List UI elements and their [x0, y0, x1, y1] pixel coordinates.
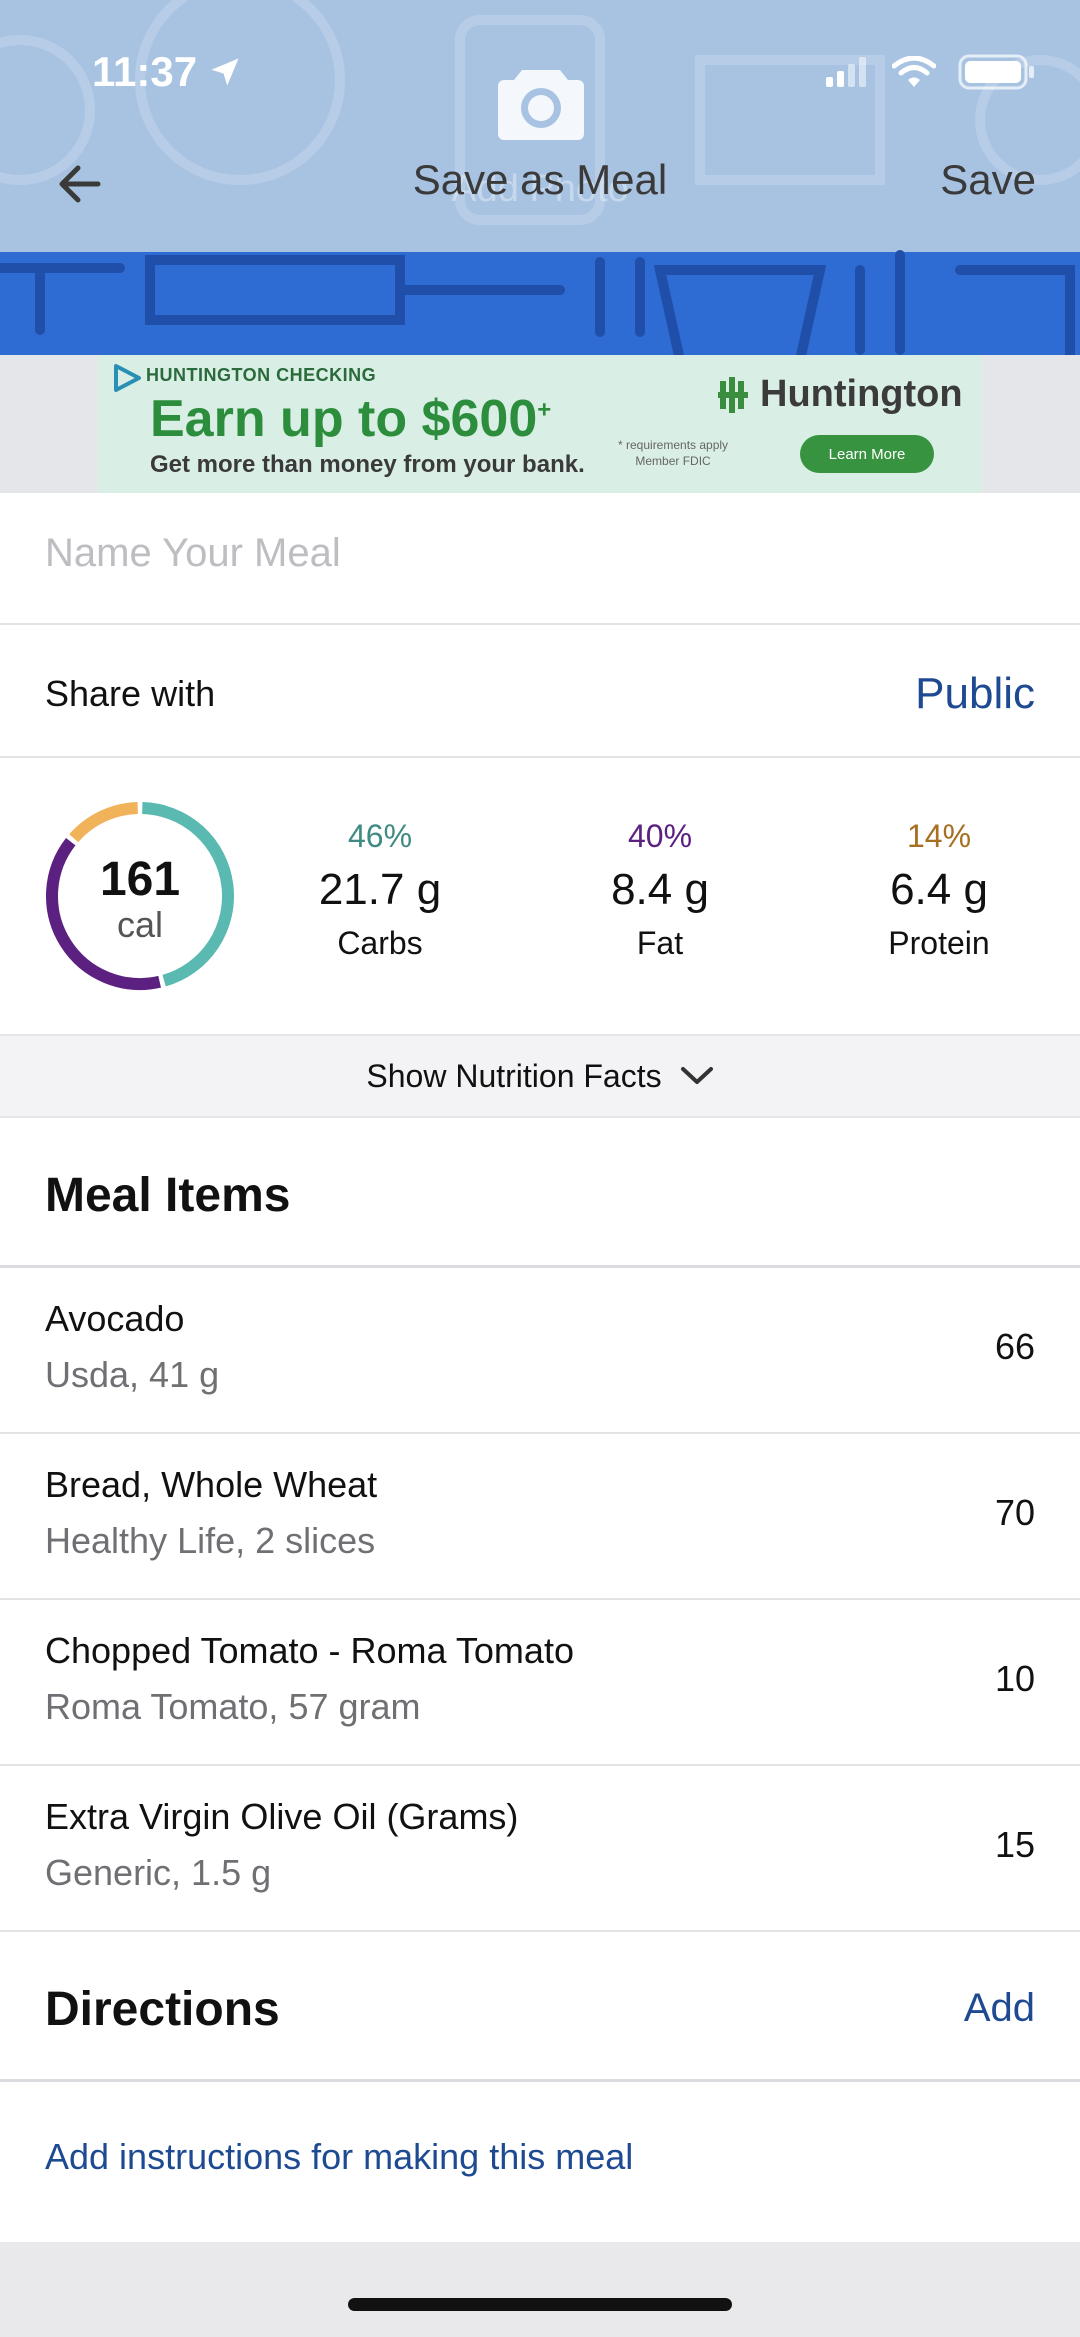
- page-title: Save as Meal: [412, 156, 668, 203]
- ring-segment-protein: [69, 802, 139, 843]
- ad-offer: Earn up to $600+: [150, 389, 551, 449]
- macro-fat: 40% 8.4 g Fat: [540, 818, 780, 962]
- share-with-label: Share with: [45, 673, 216, 714]
- ad-banner[interactable]: HUNTINGTON CHECKING Earn up to $600+ Get…: [98, 355, 982, 493]
- wifi-icon: [892, 56, 936, 87]
- meal-item-calories: 15: [994, 1824, 1035, 1865]
- meal-item-detail: Generic, 1.5 g: [45, 1852, 272, 1893]
- location-arrow-icon: [211, 58, 239, 86]
- share-visibility-value[interactable]: Public: [915, 669, 1035, 719]
- meal-name-row: [0, 493, 1080, 625]
- macro-fat-percent: 40%: [627, 818, 693, 854]
- meal-item[interactable]: Avocado Usda, 41 g 66: [0, 1268, 1080, 1434]
- camera-icon[interactable]: [496, 62, 586, 142]
- macro-carbs-percent: 46%: [347, 818, 413, 854]
- ad-tagline: Get more than money from your bank.: [150, 451, 585, 478]
- add-instructions-link[interactable]: Add instructions for making this meal: [45, 2136, 633, 2178]
- nutrition-toggle-label: Show Nutrition Facts: [366, 1057, 662, 1094]
- meal-item-detail: Roma Tomato, 57 gram: [45, 1686, 421, 1727]
- status-time-text: 11:37: [92, 48, 198, 95]
- macro-fat-label: Fat: [636, 925, 684, 961]
- calorie-total: 161: [99, 853, 181, 906]
- meal-item-calories: 66: [994, 1326, 1035, 1367]
- directions-header: Directions Add: [0, 1932, 1080, 2082]
- ad-offer-text: Earn up to $600: [150, 390, 538, 448]
- share-with-row[interactable]: Share with Public: [0, 625, 1080, 758]
- ad-fine-print-1: * requirements apply: [618, 438, 729, 452]
- directions-title: Directions: [45, 1983, 280, 2036]
- meal-item-name: Bread, Whole Wheat: [45, 1464, 378, 1505]
- meal-item[interactable]: Bread, Whole Wheat Healthy Life, 2 slice…: [0, 1434, 1080, 1600]
- ad-fine-print-2: Member FDIC: [635, 454, 711, 468]
- huntington-logo-icon: [718, 376, 748, 413]
- home-indicator: [348, 2298, 732, 2311]
- directions-instructions-row[interactable]: Add instructions for making this meal: [0, 2082, 1080, 2242]
- ad-learn-more-button[interactable]: Learn More: [800, 435, 934, 473]
- macro-protein-percent: 14%: [906, 818, 972, 854]
- macro-carbs: 46% 21.7 g Carbs: [260, 818, 500, 962]
- battery-icon: [958, 54, 1034, 90]
- cellular-signal-icon: [826, 57, 866, 87]
- macro-protein-amount: 6.4 g: [890, 865, 988, 914]
- meal-item[interactable]: Chopped Tomato - Roma Tomato Roma Tomato…: [0, 1600, 1080, 1766]
- chevron-down-icon: [680, 1067, 713, 1084]
- ad-offer-mark: +: [537, 396, 552, 424]
- meal-item-name: Extra Virgin Olive Oil (Grams): [45, 1796, 519, 1837]
- meal-item-calories: 10: [994, 1658, 1035, 1699]
- macro-fat-amount: 8.4 g: [611, 865, 709, 914]
- ad-brand-logo: Huntington: [718, 373, 963, 416]
- meal-items-header: Meal Items: [0, 1118, 1080, 1268]
- ad-banner-container: HUNTINGTON CHECKING Earn up to $600+ Get…: [0, 355, 1080, 493]
- meal-item-name: Chopped Tomato - Roma Tomato: [45, 1630, 574, 1671]
- meal-item-detail: Healthy Life, 2 slices: [45, 1520, 376, 1561]
- bottom-safe-area: [0, 2242, 1080, 2337]
- play-logo-icon: [114, 364, 141, 392]
- add-directions-button[interactable]: Add: [964, 1986, 1035, 2031]
- meal-items-title: Meal Items: [45, 1169, 291, 1222]
- header-photo-area[interactable]: 11:37 Add Photo Save as Meal Save: [0, 0, 1080, 355]
- meal-item-calories: 70: [994, 1492, 1035, 1533]
- macro-protein-label: Protein: [888, 925, 990, 961]
- ad-headline: HUNTINGTON CHECKING: [146, 365, 377, 385]
- macro-carbs-amount: 21.7 g: [318, 865, 442, 914]
- macro-carbs-label: Carbs: [337, 925, 423, 961]
- meal-name-input[interactable]: [45, 531, 1035, 576]
- calorie-unit: cal: [116, 904, 164, 945]
- ad-fine-print: * requirements apply Member FDIC: [618, 437, 728, 469]
- status-icons: [826, 54, 1036, 90]
- show-nutrition-facts-toggle[interactable]: Show Nutrition Facts: [0, 1034, 1080, 1118]
- macro-protein: 14% 6.4 g Protein: [819, 818, 1059, 962]
- ad-brand-name: Huntington: [760, 373, 963, 415]
- meal-item-detail: Usda, 41 g: [45, 1354, 220, 1395]
- meal-item-name: Avocado: [45, 1298, 185, 1339]
- meal-item[interactable]: Extra Virgin Olive Oil (Grams) Generic, …: [0, 1766, 1080, 1932]
- status-time: 11:37: [92, 48, 243, 96]
- save-button[interactable]: Save: [940, 156, 1036, 204]
